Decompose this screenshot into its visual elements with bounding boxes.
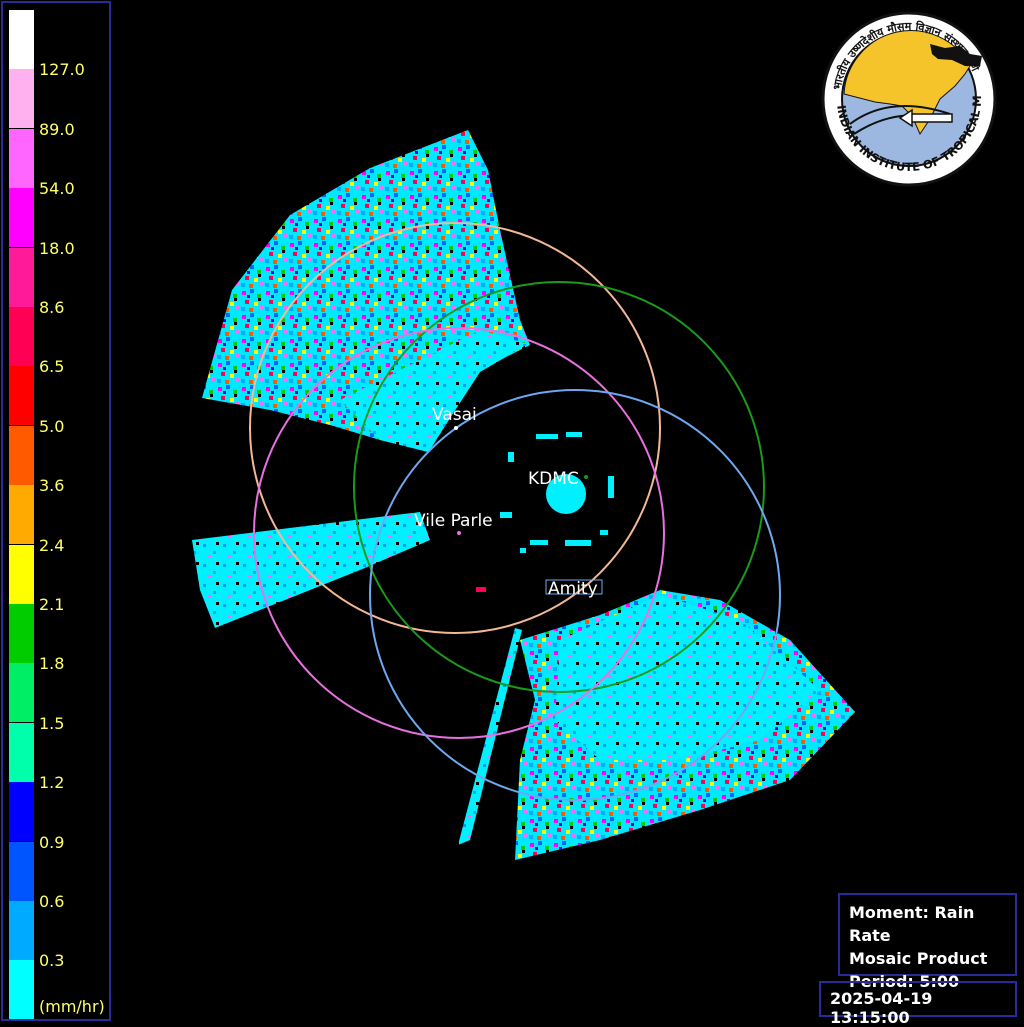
moment-label: Moment: Rain Rate: [849, 903, 975, 945]
site-label-kdmc: KDMC: [528, 469, 579, 489]
site-label-amity: Amity: [548, 579, 598, 599]
site-label-vile-parle: Vile Parle: [414, 511, 493, 531]
iitm-logo: INDIAN INSTITUTE OF TROPICAL METEOROLOGY…: [820, 4, 997, 187]
timestamp-box: 2025-04-19 13:15:00: [819, 981, 1017, 1027]
product-label: Mosaic Product: [849, 949, 988, 968]
site-marker-vasai: [454, 426, 458, 430]
site-marker-kdmc: [584, 475, 588, 479]
site-marker-vile-parle: [457, 531, 461, 535]
kdmc-clutter: [476, 432, 614, 592]
product-info-box: Moment: Rain Rate Mosaic Product Period:…: [838, 893, 1017, 991]
site-label-vasai: Vasai: [432, 405, 477, 425]
